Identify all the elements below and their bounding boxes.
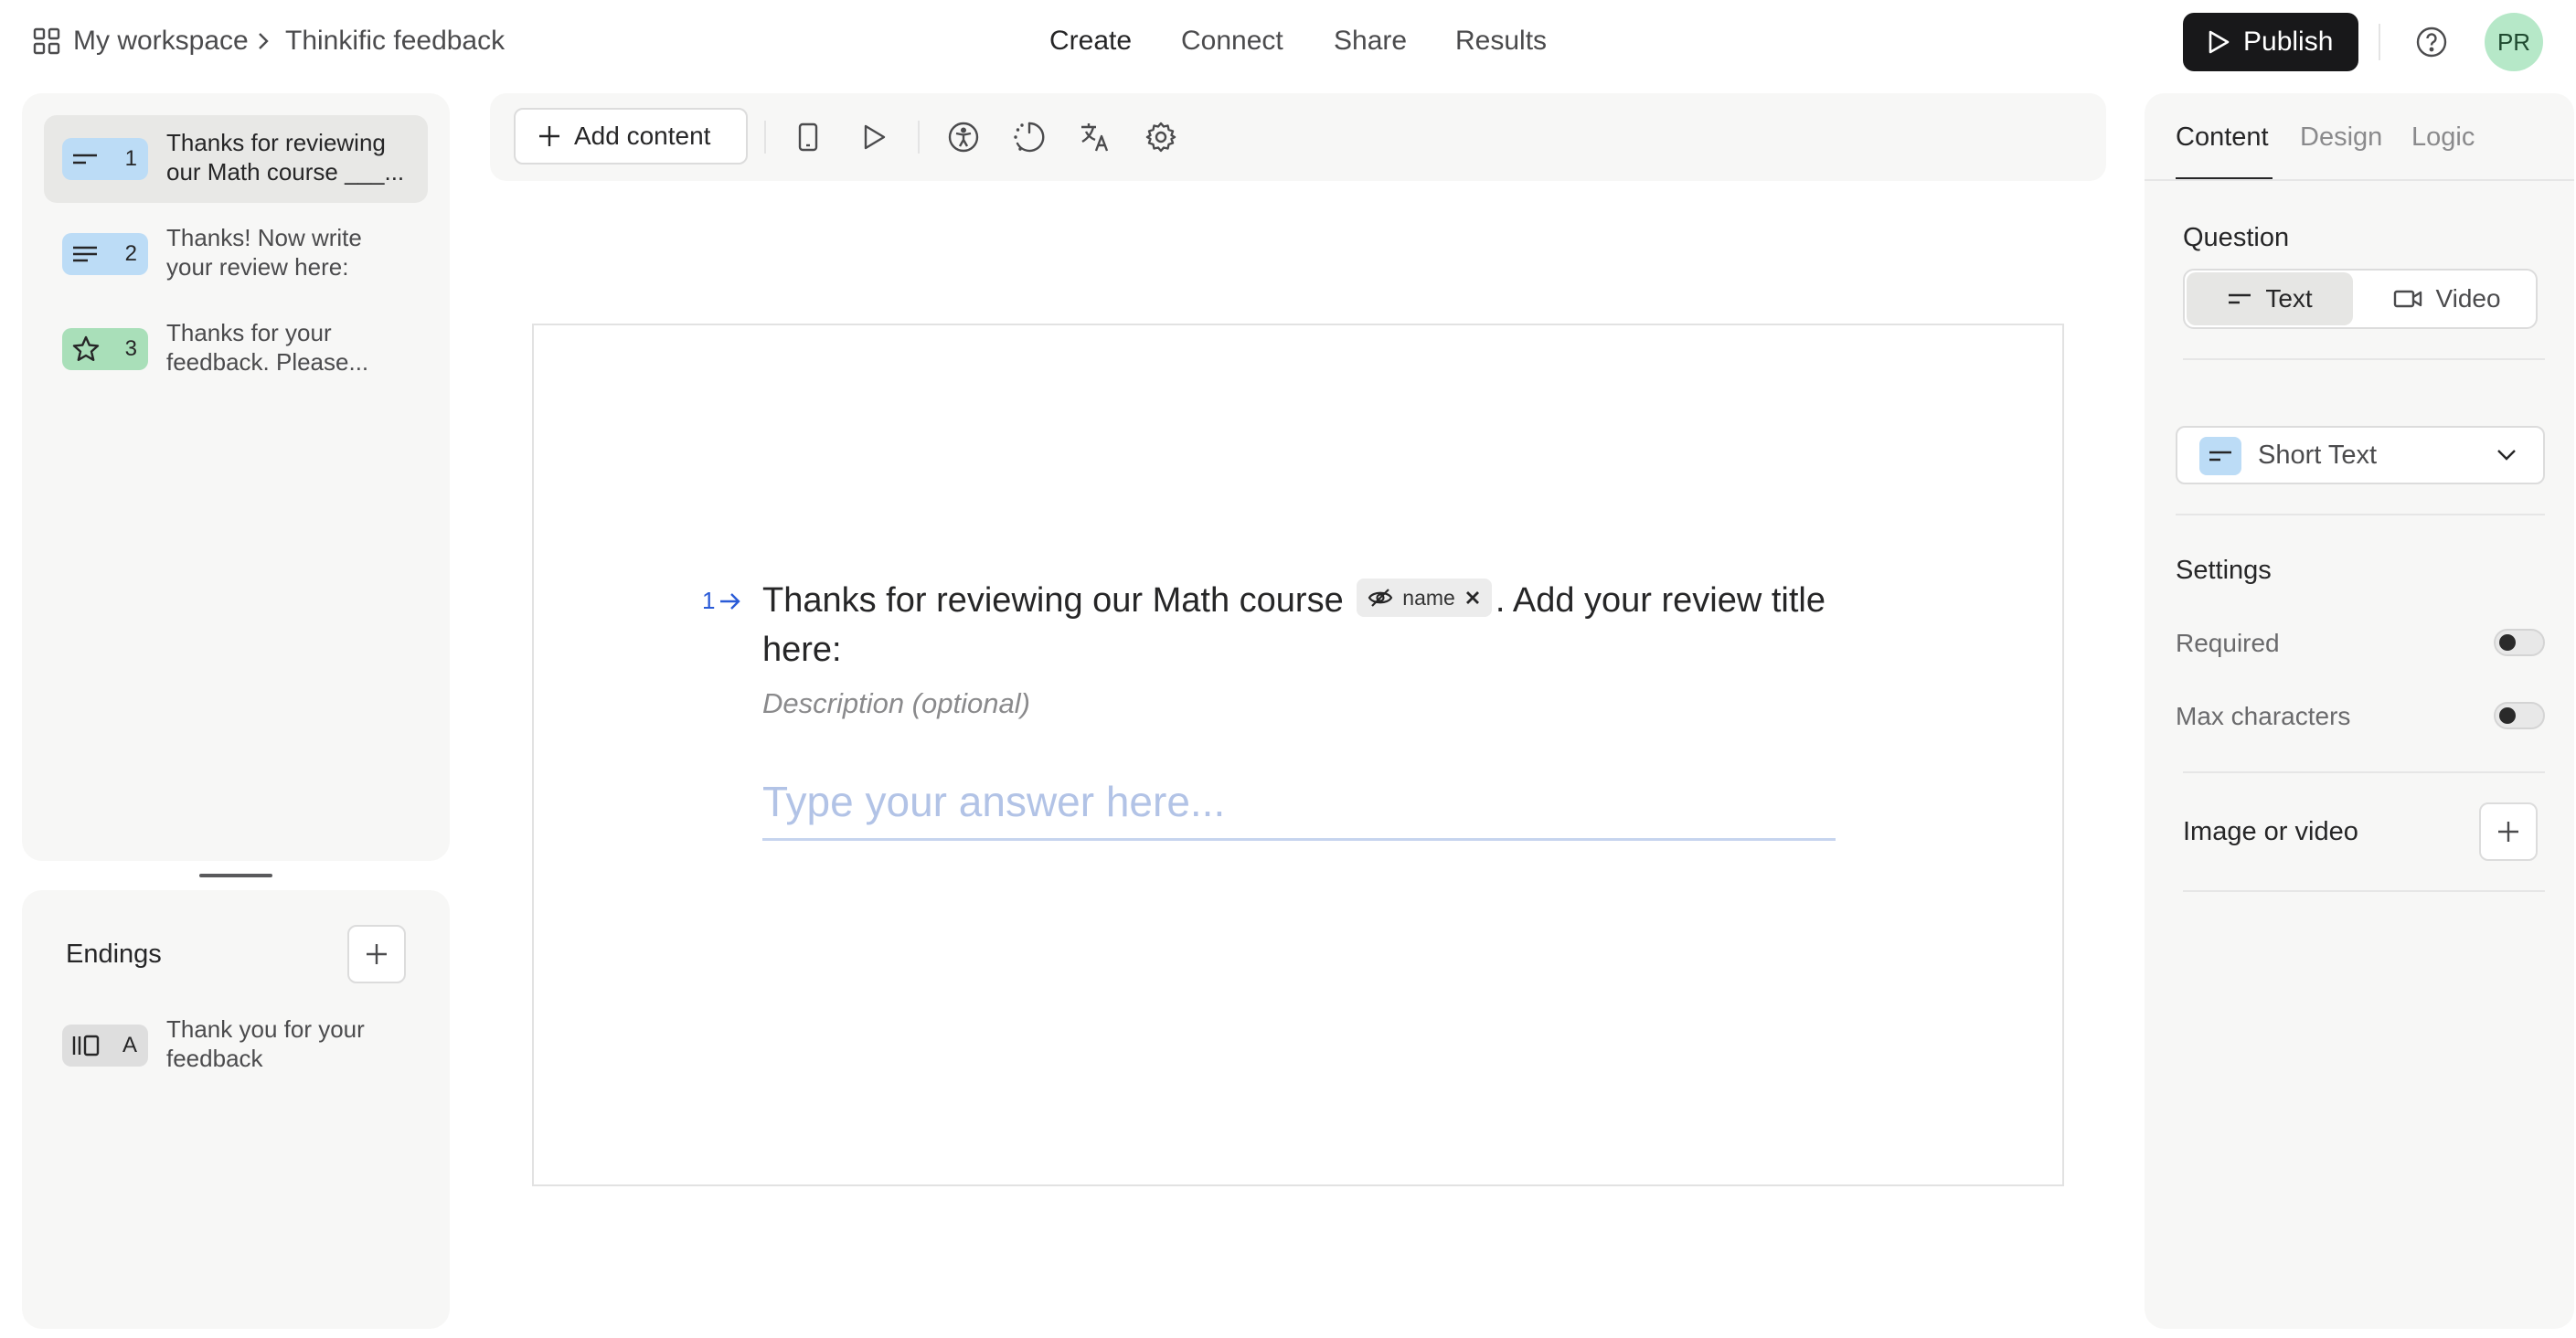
ending-letter: A (122, 1033, 137, 1057)
divider (764, 121, 766, 154)
description-field[interactable]: Description (optional) (762, 687, 1030, 720)
chevron-right-icon (256, 31, 271, 51)
chevron-down-icon (2496, 448, 2517, 462)
star-icon (71, 334, 101, 364)
question-badge-2: 2 (62, 233, 148, 275)
max-characters-label: Max characters (2176, 702, 2351, 730)
breadcrumb-form-name[interactable]: Thinkific feedback (285, 26, 505, 57)
video-icon (2393, 289, 2422, 309)
ending-badge: A (62, 1025, 148, 1067)
divider (2145, 179, 2574, 181)
translate-icon[interactable] (1075, 117, 1115, 157)
ending-item-a[interactable]: A Thank you for your feedback (44, 1002, 428, 1089)
question-text: Thanks for your feedback. Please... (166, 319, 369, 376)
help-circle-icon[interactable] (2415, 26, 2448, 58)
divider (2183, 890, 2545, 892)
accessibility-icon[interactable] (943, 117, 984, 157)
toggle-knob (2499, 707, 2516, 724)
settings-section-label: Settings (2176, 556, 2272, 585)
nav-connect[interactable]: Connect (1181, 26, 1283, 57)
loading-animation-icon[interactable] (1009, 117, 1049, 157)
required-label: Required (2176, 629, 2280, 657)
short-text-icon (71, 150, 99, 168)
editor-toolbar: Add content (490, 93, 2106, 181)
tab-logic[interactable]: Logic (2411, 122, 2475, 153)
close-icon[interactable] (1464, 589, 1481, 606)
divider (2379, 24, 2380, 60)
question-canvas (532, 324, 2064, 1186)
answer-input[interactable]: Type your answer here... (762, 773, 1836, 841)
question-number: 1 (702, 587, 716, 614)
nav-share[interactable]: Share (1334, 26, 1407, 57)
required-toggle[interactable] (2494, 629, 2545, 656)
divider (2176, 514, 2545, 515)
short-text-badge (2199, 437, 2241, 475)
endings-panel: Endings A Thank you for your feedback (22, 890, 450, 1329)
tab-design[interactable]: Design (2300, 122, 2382, 153)
long-text-icon (71, 244, 99, 264)
top-bar: My workspace Thinkific feedback Create C… (0, 0, 2576, 88)
play-outline-icon (2207, 29, 2230, 55)
divider (2183, 358, 2545, 360)
ending-icon (71, 1034, 101, 1057)
question-item-1[interactable]: 1 Thanks for reviewing our Math course _… (44, 115, 428, 203)
panel-resize-handle[interactable] (199, 874, 272, 877)
variable-chip[interactable]: name (1357, 579, 1492, 617)
tab-content[interactable]: Content (2176, 122, 2269, 153)
endings-title: Endings (66, 940, 162, 969)
question-title-text: Thanks for reviewing our Math course (762, 581, 1344, 620)
gear-icon[interactable] (1141, 117, 1181, 157)
question-badge-3: 3 (62, 328, 148, 370)
divider (2183, 771, 2545, 773)
question-type-video[interactable]: Video (2358, 272, 2536, 325)
divider (918, 121, 920, 154)
ending-text: Thank you for your feedback (166, 1015, 365, 1072)
avatar[interactable]: PR (2485, 13, 2543, 71)
question-type-video-label: Video (2435, 284, 2501, 313)
add-content-label: Add content (574, 122, 711, 150)
question-number: 3 (124, 336, 137, 361)
nav-create[interactable]: Create (1049, 26, 1132, 57)
play-preview-icon[interactable] (854, 117, 894, 157)
question-item-3[interactable]: 3 Thanks for your feedback. Please... (44, 305, 428, 393)
mobile-preview-icon[interactable] (788, 117, 828, 157)
image-or-video-label: Image or video (2183, 817, 2358, 846)
question-section-label: Question (2183, 223, 2290, 252)
plus-icon (364, 941, 389, 967)
publish-label: Publish (2243, 27, 2334, 57)
arrow-right-icon (719, 591, 742, 611)
question-badge-1: 1 (62, 138, 148, 180)
answer-type-label: Short Text (2258, 441, 2378, 470)
max-characters-toggle[interactable] (2494, 702, 2545, 729)
short-text-icon (2227, 291, 2252, 307)
plus-icon (2496, 819, 2521, 844)
question-type-toggle: Text Video (2183, 269, 2538, 329)
question-number-indicator: 1 (702, 587, 742, 615)
question-title[interactable]: Thanks for reviewing our Math course nam… (762, 576, 1859, 674)
breadcrumb-workspace[interactable]: My workspace (73, 26, 249, 57)
add-ending-button[interactable] (347, 925, 406, 983)
grid-icon[interactable] (33, 27, 60, 55)
answer-type-select[interactable]: Short Text (2176, 426, 2545, 484)
add-content-button[interactable]: Add content (514, 108, 748, 165)
publish-button[interactable]: Publish (2183, 13, 2358, 71)
nav-results[interactable]: Results (1455, 26, 1547, 57)
question-type-text-label: Text (2265, 284, 2313, 313)
eye-off-icon (1368, 588, 1393, 608)
variable-name: name (1402, 586, 1455, 610)
question-number: 2 (124, 241, 137, 266)
question-type-text[interactable]: Text (2187, 272, 2353, 325)
question-item-2[interactable]: 2 Thanks! Now write your review here: (44, 210, 428, 298)
add-media-button[interactable] (2479, 802, 2538, 861)
question-number: 1 (124, 146, 137, 171)
question-text: Thanks! Now write your review here: (166, 224, 362, 281)
question-text: Thanks for reviewing our Math course ___… (166, 129, 405, 186)
plus-icon (538, 124, 561, 148)
toggle-knob (2499, 634, 2516, 651)
questions-panel: 1 Thanks for reviewing our Math course _… (22, 93, 450, 861)
